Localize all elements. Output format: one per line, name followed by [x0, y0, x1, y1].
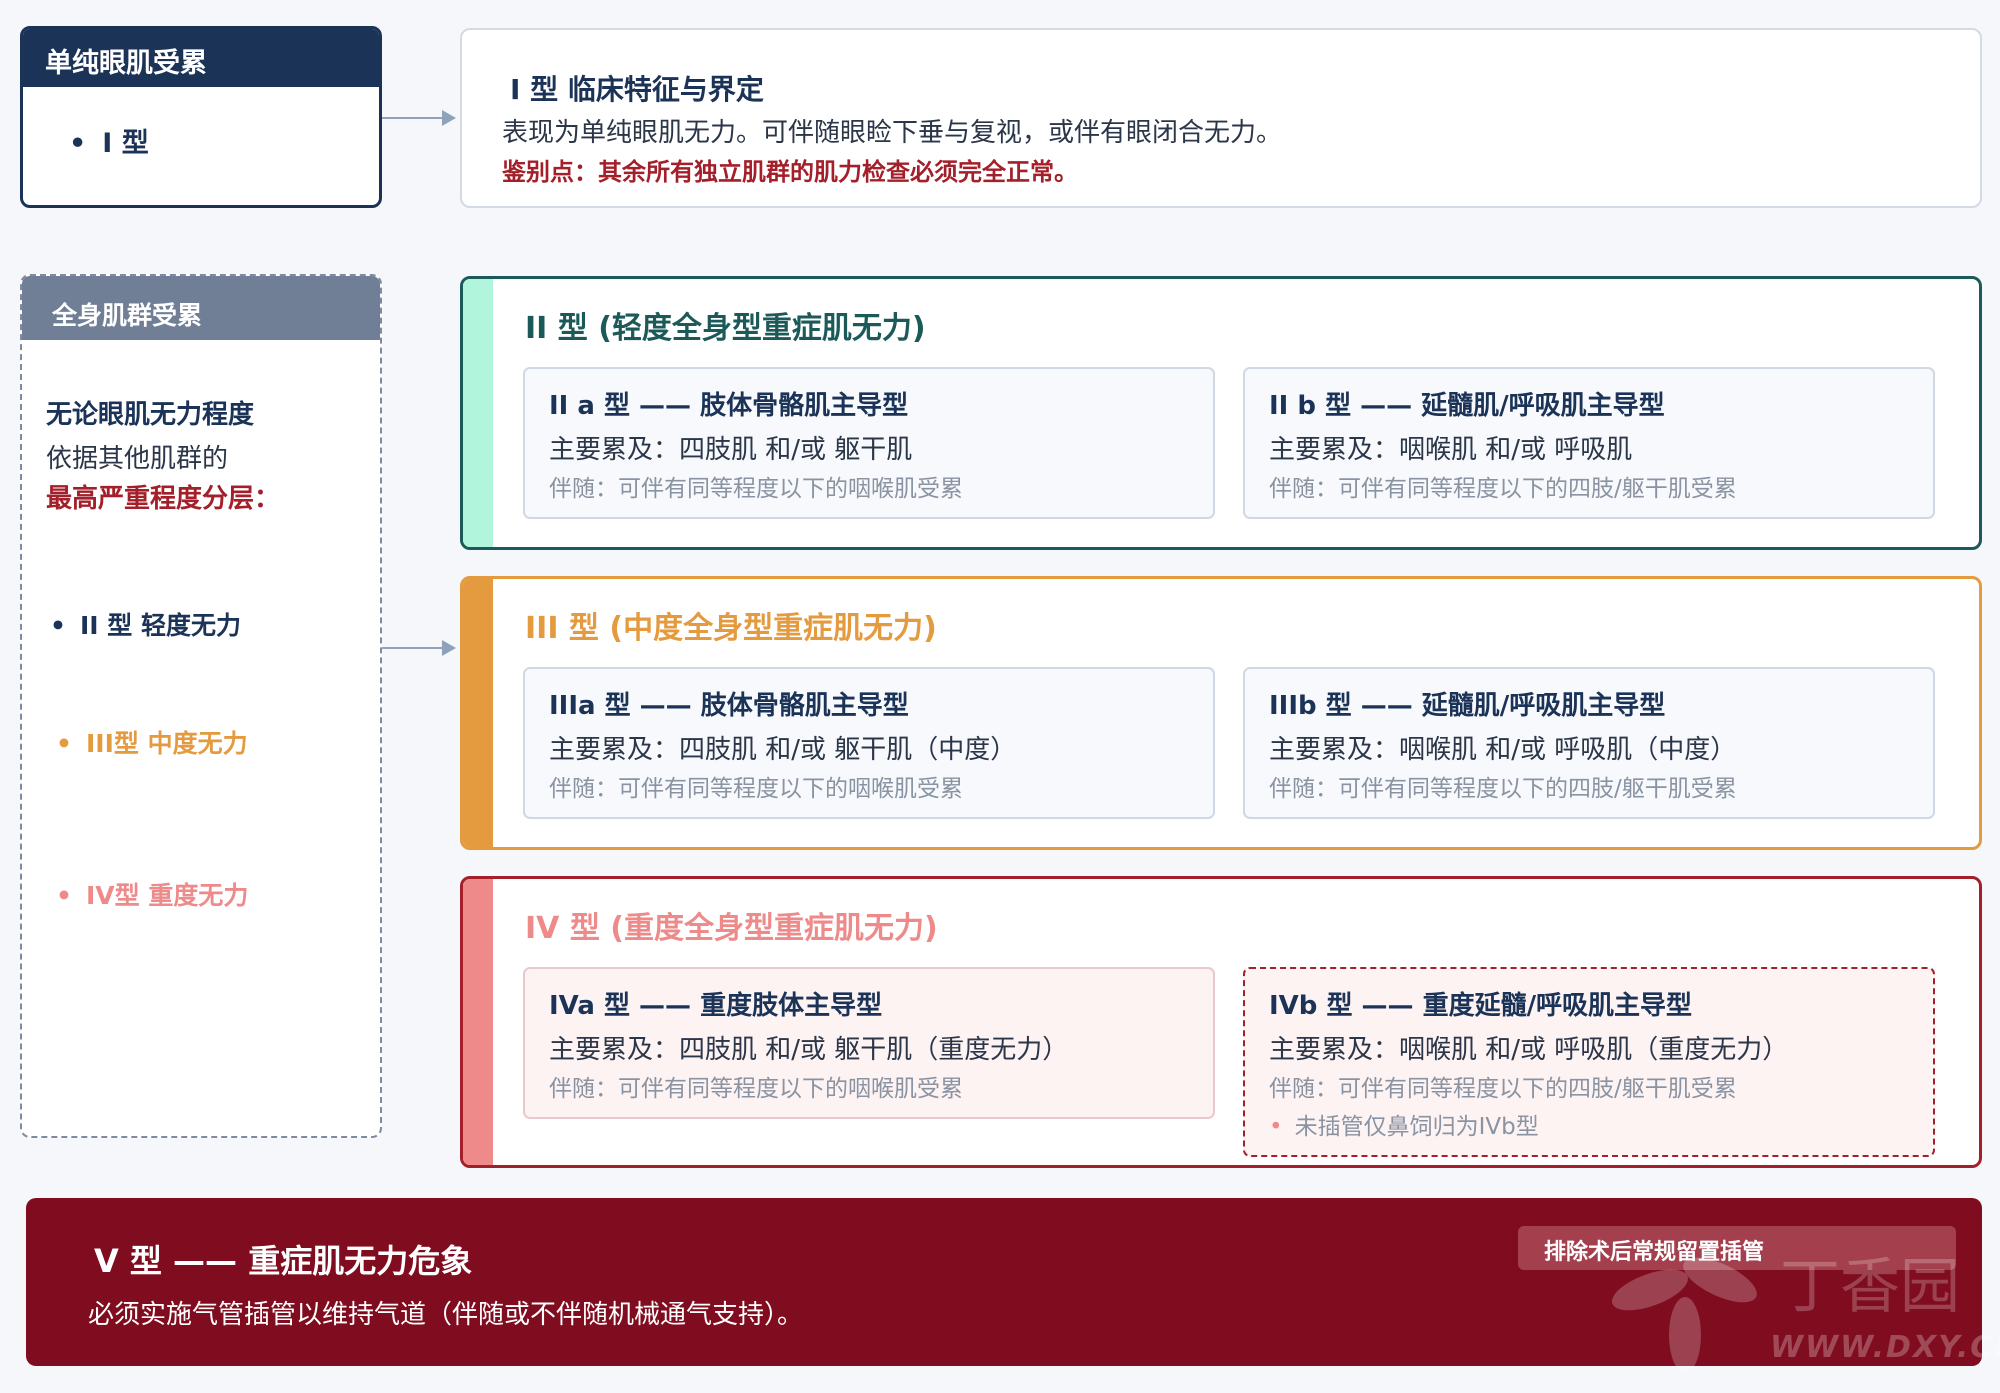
- type4b-main: 主要累及：咽喉肌 和/或 呼吸肌（重度无力）: [1269, 1035, 1789, 1065]
- type2-card: II 型 (轻度全身型重症肌无力) II a 型 —— 肢体骨骼肌主导型 主要累…: [460, 276, 1982, 550]
- type4b-accompany: 伴随：可伴有同等程度以下的四肢/躯干肌受累: [1269, 1076, 1737, 1102]
- general-panel-line1: 无论眼肌无力程度: [46, 400, 255, 430]
- type4a-subcard: IVa 型 —— 重度肢体主导型 主要累及：四肢肌 和/或 躯干肌（重度无力） …: [523, 967, 1215, 1119]
- type3a-accompany: 伴随：可伴有同等程度以下的咽喉肌受累: [549, 776, 963, 802]
- arrow-right-icon: [382, 640, 456, 656]
- general-item-type2: • II 型 轻度无力: [50, 606, 241, 642]
- type3b-accompany: 伴随：可伴有同等程度以下的四肢/躯干肌受累: [1269, 776, 1737, 802]
- ocular-type-item: • I 型: [23, 87, 379, 160]
- type4a-main: 主要累及：四肢肌 和/或 躯干肌（重度无力）: [549, 1035, 1069, 1065]
- type1-description: 表现为单纯眼肌无力。可伴随眼睑下垂与复视，或伴有眼闭合无力。: [502, 118, 1283, 148]
- type2a-subcard: II a 型 —— 肢体骨骼肌主导型 主要累及：四肢肌 和/或 躯干肌 伴随：可…: [523, 367, 1215, 519]
- type5-title: V 型 —— 重症肌无力危象: [94, 1242, 473, 1280]
- type3b-subcard: IIIb 型 —— 延髓肌/呼吸肌主导型 主要累及：咽喉肌 和/或 呼吸肌（中度…: [1243, 667, 1935, 819]
- type4-card: IV 型 (重度全身型重症肌无力) IVa 型 —— 重度肢体主导型 主要累及：…: [460, 876, 1982, 1168]
- type1-title: I 型 临床特征与界定: [510, 73, 764, 106]
- general-item-type4: • IV型 重度无力: [56, 876, 248, 912]
- type2-title: II 型 (轻度全身型重症肌无力): [525, 311, 926, 346]
- type3a-subcard: IIIa 型 —— 肢体骨骼肌主导型 主要累及：四肢肌 和/或 躯干肌（中度） …: [523, 667, 1215, 819]
- type4a-title: IVa 型 —— 重度肢体主导型: [549, 991, 883, 1021]
- general-panel: 全身肌群受累 无论眼肌无力程度 依据其他肌群的 最高严重程度分层： • II 型 …: [20, 274, 382, 1138]
- type3b-main: 主要累及：咽喉肌 和/或 呼吸肌（中度）: [1269, 735, 1737, 765]
- ocular-panel-header: 单纯眼肌受累: [23, 29, 379, 87]
- type4-title: IV 型 (重度全身型重症肌无力): [525, 911, 938, 946]
- dxy-flower-logo-icon: [1612, 1257, 1757, 1373]
- arrow-right-icon: [382, 110, 456, 126]
- ocular-panel: 单纯眼肌受累 • I 型: [20, 26, 382, 208]
- type3a-main: 主要累及：四肢肌 和/或 躯干肌（中度）: [549, 735, 1017, 765]
- general-panel-header: 全身肌群受累: [22, 276, 380, 340]
- general-item-label: IV型 重度无力: [86, 881, 249, 910]
- watermark-en: WWW.DXY.CN: [1770, 1330, 2000, 1365]
- type2b-subcard: II b 型 —— 延髓肌/呼吸肌主导型 主要累及：咽喉肌 和/或 呼吸肌 伴随…: [1243, 367, 1935, 519]
- general-panel-line2: 依据其他肌群的: [46, 444, 229, 474]
- bullet-icon: •: [56, 729, 72, 758]
- type2-accent-bar: [463, 279, 493, 547]
- bullet-icon: •: [50, 611, 66, 640]
- type1-card: I 型 临床特征与界定 表现为单纯眼肌无力。可伴随眼睑下垂与复视，或伴有眼闭合无…: [460, 28, 1982, 208]
- type2b-accompany: 伴随：可伴有同等程度以下的四肢/躯干肌受累: [1269, 476, 1737, 502]
- type4b-extra-label: 未插管仅鼻饲归为IVb型: [1294, 1114, 1539, 1140]
- type4b-subcard: IVb 型 —— 重度延髓/呼吸肌主导型 主要累及：咽喉肌 和/或 呼吸肌（重度…: [1243, 967, 1935, 1157]
- type2a-title: II a 型 —— 肢体骨骼肌主导型: [549, 391, 909, 421]
- type4b-extra-note: • 未插管仅鼻饲归为IVb型: [1269, 1107, 1539, 1141]
- bullet-icon: •: [69, 128, 87, 159]
- type3-card: III 型 (中度全身型重症肌无力) IIIa 型 —— 肢体骨骼肌主导型 主要…: [460, 576, 1982, 850]
- type3-accent-bar: [463, 579, 493, 847]
- type5-description: 必须实施气管插管以维持气道（伴随或不伴随机械通气支持）。: [88, 1300, 804, 1330]
- type3b-title: IIIb 型 —— 延髓肌/呼吸肌主导型: [1269, 691, 1666, 721]
- general-panel-line3: 最高严重程度分层：: [46, 484, 281, 514]
- ocular-type-label: I 型: [102, 128, 149, 159]
- bullet-icon: •: [56, 881, 72, 910]
- type3-title: III 型 (中度全身型重症肌无力): [525, 611, 937, 646]
- type2a-accompany: 伴随：可伴有同等程度以下的咽喉肌受累: [549, 476, 963, 502]
- type1-note: 鉴别点：其余所有独立肌群的肌力检查必须完全正常。: [502, 158, 1078, 186]
- general-item-label: II 型 轻度无力: [80, 611, 242, 640]
- type4a-accompany: 伴随：可伴有同等程度以下的咽喉肌受累: [549, 1076, 963, 1102]
- watermark-cn: 丁香园: [1780, 1252, 1960, 1322]
- type2b-title: II b 型 —— 延髓肌/呼吸肌主导型: [1269, 391, 1665, 421]
- general-item-label: III型 中度无力: [86, 729, 248, 758]
- type4b-title: IVb 型 —— 重度延髓/呼吸肌主导型: [1269, 991, 1693, 1021]
- type2b-main: 主要累及：咽喉肌 和/或 呼吸肌: [1269, 435, 1633, 465]
- bullet-icon: •: [1269, 1114, 1283, 1140]
- general-item-type3: • III型 中度无力: [56, 724, 248, 760]
- type3a-title: IIIa 型 —— 肢体骨骼肌主导型: [549, 691, 909, 721]
- type4-accent-bar: [463, 879, 493, 1165]
- type2a-main: 主要累及：四肢肌 和/或 躯干肌: [549, 435, 913, 465]
